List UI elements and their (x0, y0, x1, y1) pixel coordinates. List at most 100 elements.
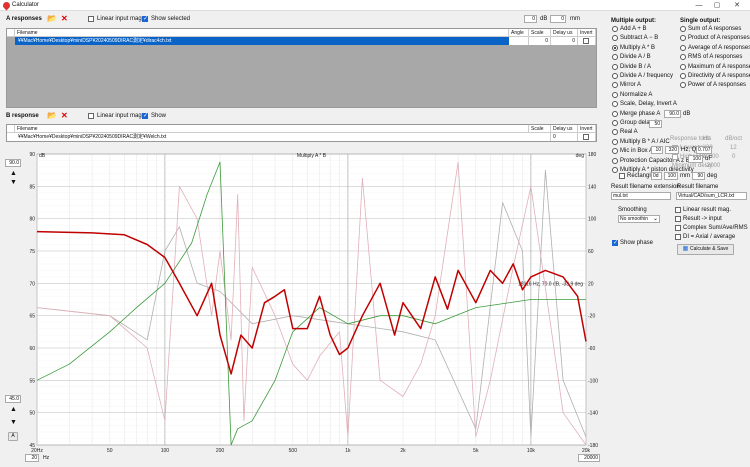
smoothing-label: Smoothing (618, 207, 647, 213)
rectangle-checkbox[interactable] (619, 173, 625, 179)
scroll-down-icon[interactable]: ▼ (10, 179, 17, 186)
multiple-output-label-4: Divide B / A (620, 63, 652, 70)
result-ext-label: Result filename extension (611, 184, 680, 190)
rect-unit: mm (680, 173, 690, 179)
open-folder-icon[interactable]: 📂 (47, 14, 57, 23)
multiple-output-radio-11[interactable] (612, 129, 618, 136)
multiple-output-radio-14[interactable] (612, 157, 618, 164)
y-right-tick-label: -60 (588, 346, 595, 352)
single-output-radio-0[interactable] (680, 26, 686, 32)
y-left-tick-label: 60 (29, 346, 35, 352)
b-show-checkbox[interactable] (142, 112, 148, 119)
mic-box-unit: Hz, Q (681, 147, 697, 153)
a-row-scale-db[interactable]: 0 (529, 37, 551, 45)
b-row-delay-us[interactable]: 0 (551, 133, 578, 141)
rect-v2-input[interactable]: 100 (664, 172, 678, 180)
multiple-output-radio-7[interactable] (612, 91, 618, 98)
single-output-radio-4[interactable] (680, 63, 686, 70)
mic-box-v2-input[interactable]: 320 (665, 146, 679, 154)
a-row-invert-cell[interactable] (578, 37, 596, 45)
linear-result-checkbox[interactable] (675, 207, 681, 213)
complex-checkbox[interactable] (675, 225, 681, 231)
multiple-output-radio-12[interactable] (612, 138, 618, 145)
result-name-input[interactable]: Virtual/CAD/sum_LCR.txt (676, 192, 747, 200)
multiple-output-label-12: Multiply B * A / AIC (620, 138, 670, 145)
rect-v3-input[interactable]: 90 (692, 172, 705, 180)
multiple-output-radio-9[interactable] (612, 110, 618, 117)
result-ext-input[interactable]: mul.txt (611, 192, 671, 200)
mic-box-v1-input[interactable]: 10 (651, 146, 663, 154)
min-delay-value: 2000 (707, 163, 721, 169)
y-right-tick-label: 140 (588, 184, 597, 190)
multiple-output-label-0: Add A + B (620, 26, 647, 32)
delete-icon[interactable]: ✕ (61, 14, 68, 23)
show-phase-label: Show phase (620, 240, 654, 246)
higher-tail-checkbox[interactable] (672, 154, 678, 160)
y-left-tick-label: 50 (29, 411, 35, 417)
b-row-scale-db[interactable]: -77 (529, 133, 551, 141)
protection-cap-input[interactable]: 100 (688, 155, 703, 163)
multiple-output-radio-10[interactable] (612, 120, 618, 126)
single-output-radio-6[interactable] (680, 82, 686, 89)
b-row-filename[interactable]: ¥¥Mac¥Home¥Desktop¥miniDSP¥20240509DIRAC… (15, 133, 529, 141)
single-output-radio-2[interactable] (680, 44, 686, 51)
tools-dboct-label: dB/oct (725, 136, 743, 142)
chevron-down-icon[interactable]: ⌄ (653, 215, 658, 222)
multiple-output-radio-1[interactable] (612, 35, 618, 42)
a-responses-table[interactable]: Filename Angle Scale dB Delay us Invert … (6, 28, 597, 108)
scroll-up-icon-2[interactable]: ▲ (10, 406, 17, 413)
show-phase-checkbox[interactable] (612, 239, 618, 246)
multiple-output-radio-15[interactable] (612, 167, 618, 173)
calculate-save-button[interactable]: ▦ Calculate & Save (677, 244, 734, 255)
b-response-label: B response (6, 113, 39, 119)
scroll-down-icon-2[interactable]: ▼ (10, 419, 17, 426)
single-output-radio-1[interactable] (680, 35, 686, 42)
multiple-output-radio-8[interactable] (612, 101, 618, 108)
calculate-save-label: Calculate & Save (689, 246, 729, 252)
b-response-table[interactable]: Filename Scale dB Delay us Invert ¥¥Mac¥… (6, 124, 597, 142)
show-selected-checkbox[interactable] (142, 15, 148, 22)
a-row-delay-us[interactable]: 0 (551, 37, 578, 45)
a-row-invert-checkbox[interactable] (583, 38, 589, 44)
b-row-invert-cell[interactable] (578, 133, 596, 141)
close-button[interactable]: ✕ (730, 1, 744, 10)
plot-top-value-input[interactable]: 90.0 (5, 159, 21, 167)
di-axial-checkbox[interactable] (675, 234, 681, 240)
multiple-output-radio-6[interactable] (612, 82, 618, 89)
b-col-invert: Invert (578, 125, 596, 133)
open-folder-icon-b[interactable]: 📂 (47, 111, 57, 120)
multiple-output-radio-4[interactable] (612, 63, 618, 70)
a-row-angle[interactable] (509, 37, 529, 45)
autoscale-button[interactable]: A (8, 432, 18, 441)
mirror-value-input[interactable]: 90.0 (664, 110, 681, 118)
a-col-scale-db: Scale dB (529, 29, 551, 44)
plot-bottom-value-input[interactable]: 45.0 (5, 395, 21, 403)
delete-icon-b[interactable]: ✕ (61, 111, 68, 120)
frequency-response-plot[interactable]: 908580757065605550451801401006020-20-60-… (24, 149, 604, 461)
freq-end-input[interactable]: 20000 (578, 454, 600, 462)
multiple-output-radio-2[interactable] (612, 44, 618, 51)
b-linear-input-checkbox[interactable] (88, 113, 94, 119)
multiple-output-radio-3[interactable] (612, 54, 618, 61)
a-offset-db-input[interactable]: 0 (524, 15, 537, 23)
a-offset-mm-input[interactable]: 0 (550, 15, 566, 23)
a-linear-input-checkbox[interactable] (88, 16, 94, 22)
scroll-up-icon[interactable]: ▲ (10, 170, 17, 177)
multiple-output-radio-0[interactable] (612, 26, 618, 32)
result-input-checkbox[interactable] (675, 216, 681, 222)
mic-box-q-input[interactable]: 0.707 (696, 146, 712, 154)
multiple-output-radio-13[interactable] (612, 148, 618, 155)
multiple-output-label-6: Mirror A (620, 82, 641, 89)
b-row-invert-checkbox[interactable] (583, 134, 589, 140)
multiple-output-radio-5[interactable] (612, 73, 618, 79)
b-response-panel: B response 📂 ✕ Linear input mag. Show Fi… (0, 109, 605, 149)
single-output-radio-5[interactable] (680, 73, 686, 79)
a-row-filename[interactable]: ¥¥Mac¥Home¥Desktop¥miniDSP¥20240509DIRAC… (15, 37, 509, 45)
maximize-button[interactable]: ▢ (710, 1, 724, 10)
rect-v1-input[interactable]: 0d (651, 172, 662, 180)
freq-start-input[interactable]: 20 (25, 454, 39, 462)
lower-tail-dboct: 12 (730, 145, 737, 151)
minimize-button[interactable]: — (692, 1, 706, 10)
normalize-value-input[interactable]: 50 (649, 120, 662, 128)
single-output-radio-3[interactable] (680, 54, 686, 61)
